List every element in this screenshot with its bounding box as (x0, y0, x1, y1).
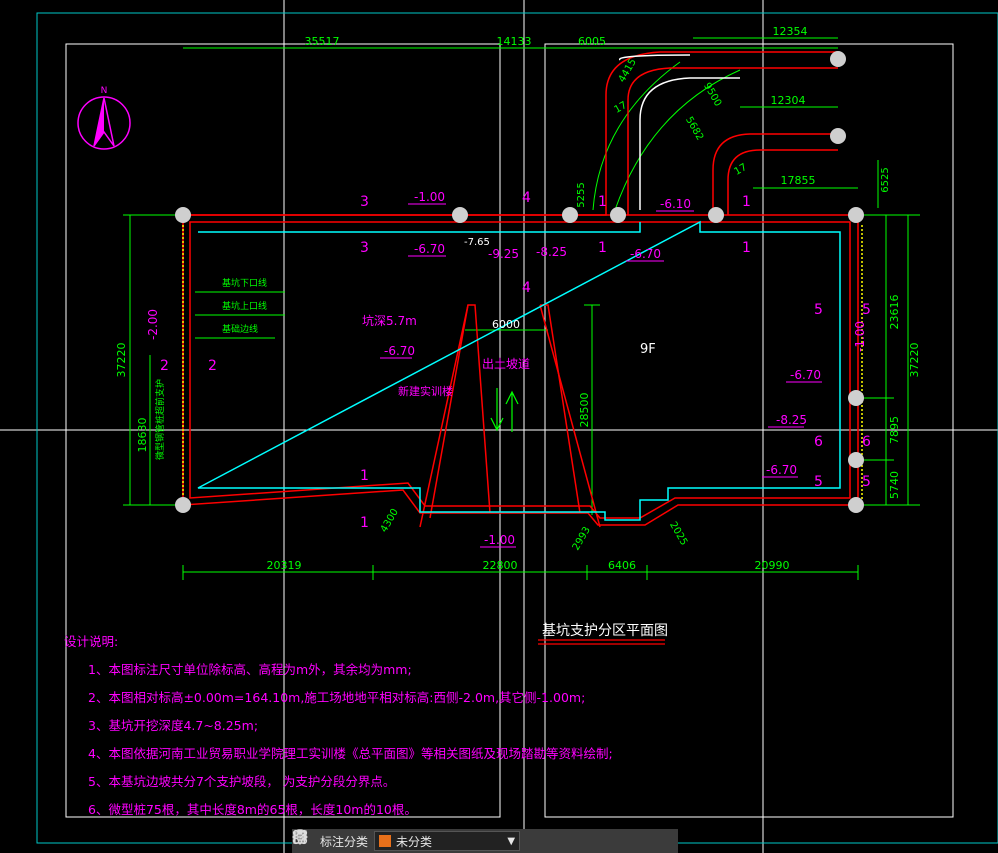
elevation-label: -7.65 (464, 237, 490, 248)
dim-label: 12304 (771, 94, 806, 107)
section-mark: 1 (598, 240, 607, 256)
section-mark: 5 (814, 474, 823, 490)
elevation-label: -6.70 (384, 344, 415, 358)
dim-label: 5255 (576, 182, 587, 207)
dim-label: 6525 (880, 167, 891, 192)
dim-label: 20319 (267, 559, 302, 572)
dim-label: 17 (732, 162, 749, 178)
segment-points (175, 51, 864, 513)
elevation-label: -8.25 (536, 245, 567, 259)
north-arrow: N (77, 86, 131, 150)
category-color-swatch (379, 835, 392, 847)
elevation-label: -6.10 (660, 197, 691, 211)
elevation-label: -2.00 (146, 309, 160, 340)
note-line: 5、本基坑边坡共分7个支护坡段， 为支护分段分界点。 (88, 774, 396, 789)
north-label: N (101, 86, 108, 96)
section-mark: 5 (862, 474, 871, 490)
dim-label: 20990 (755, 559, 790, 572)
dim-label: 12354 (773, 25, 808, 38)
copy-icon[interactable] (293, 829, 616, 853)
dim-label: 7895 (888, 416, 901, 444)
depth-label: 坑深5.7m (362, 313, 417, 328)
category-select[interactable]: 未分类 ▼ (374, 831, 521, 851)
cad-canvas[interactable]: N 基坑支护分区平面图 9F 新建实训楼 坑深5.7m 出土坡道 基坑下口线 基… (0, 0, 998, 853)
note-line: 3、基坑开挖深度4.7~8.25m; (88, 718, 259, 733)
dim-label: 23616 (888, 295, 901, 330)
legend-item: 基坑上口线 (222, 300, 267, 312)
dim-label: 37220 (908, 343, 921, 378)
elevation-label: -6.70 (630, 247, 661, 261)
design-notes: 设计说明: 1、本图标注尺寸单位除标高、高程为m外，其余均为mm; 2、本图相对… (64, 628, 613, 824)
dim-label: 9500 (701, 81, 723, 109)
annotation-toolbar: 标注分类 未分类 ▼ (292, 829, 678, 853)
dim-label: 2025 (667, 520, 689, 548)
section-mark: 4 (522, 190, 531, 206)
elevation-label: -1.00 (484, 533, 515, 547)
section-mark: 1 (598, 194, 607, 210)
dim-label: 22800 (483, 559, 518, 572)
dim-label: 17855 (781, 174, 816, 187)
section-mark: 6 (814, 434, 823, 450)
section-mark: 5 (814, 302, 823, 318)
elevation-label: -8.25 (776, 413, 807, 427)
building-label: 9F (640, 342, 656, 357)
move-icon[interactable] (292, 829, 584, 853)
section-mark: 1 (742, 194, 751, 210)
note-line: 6、微型桩75根，其中长度8m的65根，长度10m的10根。 (88, 802, 417, 817)
foundation-outline (197, 54, 841, 521)
dim-label: 17 (612, 100, 629, 116)
elevation-label: -6.70 (790, 368, 821, 382)
category-selected: 未分类 (396, 834, 433, 849)
elevation-label: -6.70 (766, 463, 797, 477)
legend-item: 基坑下口线 (222, 277, 267, 289)
dim-label: 28500 (578, 393, 591, 428)
dim-label: 6005 (578, 35, 606, 48)
dim-label: 6406 (608, 559, 636, 572)
dim-label: 4300 (379, 507, 401, 535)
note-line: 2、本图相对标高±0.00m=164.10m,施工场地地平相对标高:西侧-2.0… (88, 690, 586, 705)
ramp-arrows (490, 388, 519, 432)
legend-item: 基础边线 (222, 323, 258, 335)
section-mark: 6 (862, 434, 871, 450)
dim-label: 14133 (497, 35, 532, 48)
section-mark: 3 (360, 194, 369, 210)
paste-icon[interactable] (294, 829, 648, 853)
toolbar-label: 标注分类 (320, 834, 369, 849)
ramp-label: 出土坡道 (482, 357, 530, 371)
section-mark: 5 (862, 302, 871, 318)
elevation-label: -1.00 (414, 190, 445, 204)
dim-label: 6000 (492, 318, 520, 331)
elevation-label: -1.00 (853, 321, 867, 352)
elevation-label: -9.25 (488, 247, 519, 261)
edit-icon[interactable] (293, 829, 552, 853)
note-line: 4、本图依据河南工业贸易职业学院理工实训楼《总平面图》等相关图纸及现场踏勘等资料… (88, 746, 613, 761)
section-mark: 2 (160, 358, 169, 374)
dim-label: 37220 (115, 343, 128, 378)
section-mark: 2 (208, 358, 217, 374)
building-name: 新建实训楼 (398, 384, 453, 398)
note-line: 1、本图标注尺寸单位除标高、高程为m外，其余均为mm; (88, 662, 412, 677)
section-mark: 1 (360, 515, 369, 531)
section-mark: 1 (360, 468, 369, 484)
dim-label: 18630 (136, 418, 149, 453)
elevation-label: -6.70 (414, 242, 445, 256)
section-mark: 3 (360, 240, 369, 256)
chevron-down-icon: ▼ (507, 835, 516, 847)
dim-label: 5740 (888, 471, 901, 499)
vertical-label: 微型钢管桩超前支护 (154, 379, 166, 460)
section-mark: 4 (522, 280, 531, 296)
dim-label: 2993 (571, 525, 593, 553)
section-mark: 1 (742, 240, 751, 256)
notes-title: 设计说明: (64, 634, 119, 649)
dim-label: 5682 (683, 115, 705, 143)
dim-label: 35517 (305, 35, 340, 48)
